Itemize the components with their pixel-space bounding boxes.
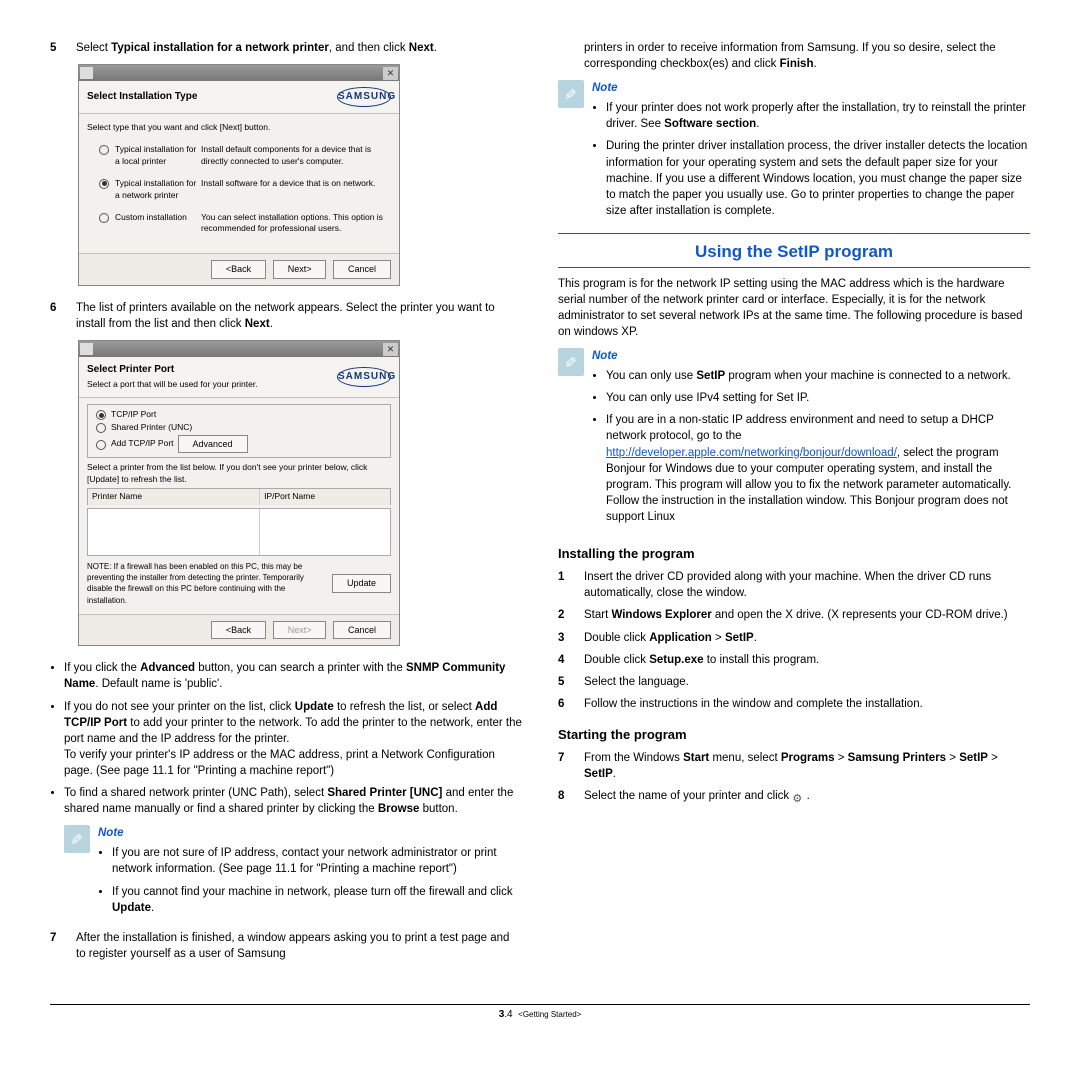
port-shared-unc[interactable]: Shared Printer (UNC) bbox=[92, 422, 386, 434]
note-icon bbox=[64, 825, 90, 853]
radio-icon-selected[interactable] bbox=[99, 179, 109, 189]
radio-icon[interactable] bbox=[99, 213, 109, 223]
step-5-num: 5 bbox=[50, 40, 76, 56]
note1-line2: If you cannot find your machine in netwo… bbox=[112, 884, 522, 916]
install-step-5: 5Select the language. bbox=[558, 674, 1030, 690]
col-printer-name: Printer Name bbox=[88, 489, 260, 505]
bullet-advanced: If you click the Advanced button, you ca… bbox=[64, 660, 522, 692]
section-intro: This program is for the network IP setti… bbox=[558, 276, 1030, 340]
option-custom-install[interactable]: Custom installation You can select insta… bbox=[87, 212, 391, 236]
step-7-continued: printers in order to receive information… bbox=[584, 40, 1030, 72]
step-7-text: After the installation is finished, a wi… bbox=[76, 930, 522, 962]
printer-list-hint: Select a printer from the list below. If… bbox=[87, 462, 391, 486]
dialog-select-port: ✕ Select Printer Port Select a port that… bbox=[78, 340, 400, 646]
step-6-num: 6 bbox=[50, 300, 76, 332]
note-icon bbox=[558, 80, 584, 108]
install-heading: Installing the program bbox=[558, 545, 1030, 563]
advanced-button[interactable]: Advanced bbox=[178, 435, 248, 454]
dialog-footer: <Back Next> Cancel bbox=[79, 253, 399, 285]
bonjour-link[interactable]: http://developer.apple.com/networking/bo… bbox=[606, 447, 897, 459]
printer-list-header: Printer Name IP/Port Name bbox=[87, 488, 391, 505]
section-heading: Using the SetIP program bbox=[558, 233, 1030, 268]
dialog-subtitle: Select a port that will be used for your… bbox=[87, 379, 258, 391]
port-add-tcpip[interactable]: Add TCP/IP PortAdvanced bbox=[92, 435, 386, 454]
samsung-logo: SAMSUNG bbox=[337, 367, 391, 387]
printer-list[interactable] bbox=[87, 508, 391, 556]
close-icon[interactable]: ✕ bbox=[383, 67, 398, 80]
dialog-titlebar: ✕ bbox=[79, 65, 399, 81]
bullet-update: If you do not see your printer on the li… bbox=[64, 699, 522, 779]
start-step-7: 7From the Windows Start menu, select Pro… bbox=[558, 750, 1030, 782]
note1-line1: If you are not sure of IP address, conta… bbox=[112, 845, 522, 877]
dialog-header: Select Installation Type SAMSUNG bbox=[79, 81, 399, 114]
start-step-8: 8Select the name of your printer and cli… bbox=[558, 788, 1030, 804]
app-icon bbox=[80, 67, 93, 79]
cancel-button[interactable]: Cancel bbox=[333, 621, 391, 640]
dialog-header: Select Printer Port Select a port that w… bbox=[79, 357, 399, 398]
step-5: 5 Select Typical installation for a netw… bbox=[50, 40, 522, 56]
note-title: Note bbox=[592, 80, 1030, 96]
install-step-4: 4Double click Setup.exe to install this … bbox=[558, 652, 1030, 668]
install-step-3: 3Double click Application > SetIP. bbox=[558, 630, 1030, 646]
install-step-6: 6Follow the instructions in the window a… bbox=[558, 696, 1030, 712]
start-heading: Starting the program bbox=[558, 726, 1030, 744]
note-block-2: Note If your printer does not work prope… bbox=[558, 80, 1030, 225]
step-5-text: Select Typical installation for a networ… bbox=[76, 40, 522, 56]
dialog-install-type: ✕ Select Installation Type SAMSUNG Selec… bbox=[78, 64, 400, 286]
note-icon bbox=[558, 348, 584, 376]
dialog-titlebar: ✕ bbox=[79, 341, 399, 357]
step-7-num: 7 bbox=[50, 930, 76, 962]
note2-line2: During the printer driver installation p… bbox=[606, 138, 1030, 218]
next-button[interactable]: Next> bbox=[273, 260, 327, 279]
app-icon bbox=[80, 343, 93, 355]
note3-line1: You can only use SetIP program when your… bbox=[606, 368, 1030, 384]
step-7: 7 After the installation is finished, a … bbox=[50, 930, 522, 962]
dialog-note: NOTE: If a firewall has been enabled on … bbox=[87, 561, 391, 606]
radio-icon[interactable] bbox=[96, 440, 106, 450]
note-title: Note bbox=[592, 348, 1030, 364]
next-button[interactable]: Next> bbox=[273, 621, 327, 640]
note2-line1: If your printer does not work properly a… bbox=[606, 100, 1030, 132]
install-step-2: 2Start Windows Explorer and open the X d… bbox=[558, 607, 1030, 623]
samsung-logo: SAMSUNG bbox=[337, 87, 391, 107]
dialog-title: Select Installation Type bbox=[87, 90, 197, 104]
dialog-hint: Select type that you want and click [Nex… bbox=[87, 122, 391, 134]
step-6-text: The list of printers available on the ne… bbox=[76, 300, 522, 332]
back-button[interactable]: <Back bbox=[211, 621, 266, 640]
update-button[interactable]: Update bbox=[332, 574, 391, 593]
breadcrumb: <Getting Started> bbox=[518, 1010, 581, 1019]
dialog-footer: <Back Next> Cancel bbox=[79, 614, 399, 646]
cancel-button[interactable]: Cancel bbox=[333, 260, 391, 279]
note3-line2: You can only use IPv4 setting for Set IP… bbox=[606, 390, 1030, 406]
step-6-bullets: If you click the Advanced button, you ca… bbox=[50, 660, 522, 817]
bullet-shared-unc: To find a shared network printer (UNC Pa… bbox=[64, 785, 522, 817]
back-button[interactable]: <Back bbox=[211, 260, 266, 279]
install-step-1: 1Insert the driver CD provided along wit… bbox=[558, 569, 1030, 601]
note-title: Note bbox=[98, 825, 522, 841]
close-icon[interactable]: ✕ bbox=[383, 343, 398, 356]
step-6: 6 The list of printers available on the … bbox=[50, 300, 522, 332]
note-block-3: Note You can only use SetIP program when… bbox=[558, 348, 1030, 531]
option-local-printer[interactable]: Typical installation for a local printer… bbox=[87, 144, 391, 168]
page-footer: 3.4 <Getting Started> bbox=[50, 1004, 1030, 1022]
col-ip-port: IP/Port Name bbox=[260, 489, 319, 505]
gear-icon bbox=[792, 791, 803, 802]
port-tcpip[interactable]: TCP/IP Port bbox=[92, 409, 386, 421]
note-block-1: Note If you are not sure of IP address, … bbox=[64, 825, 522, 921]
radio-icon[interactable] bbox=[99, 145, 109, 155]
radio-icon-selected[interactable] bbox=[96, 410, 106, 420]
radio-icon[interactable] bbox=[96, 423, 106, 433]
note3-line3: If you are in a non-static IP address en… bbox=[606, 412, 1030, 525]
dialog-title: Select Printer Port bbox=[87, 363, 258, 377]
option-network-printer[interactable]: Typical installation for a network print… bbox=[87, 178, 391, 202]
